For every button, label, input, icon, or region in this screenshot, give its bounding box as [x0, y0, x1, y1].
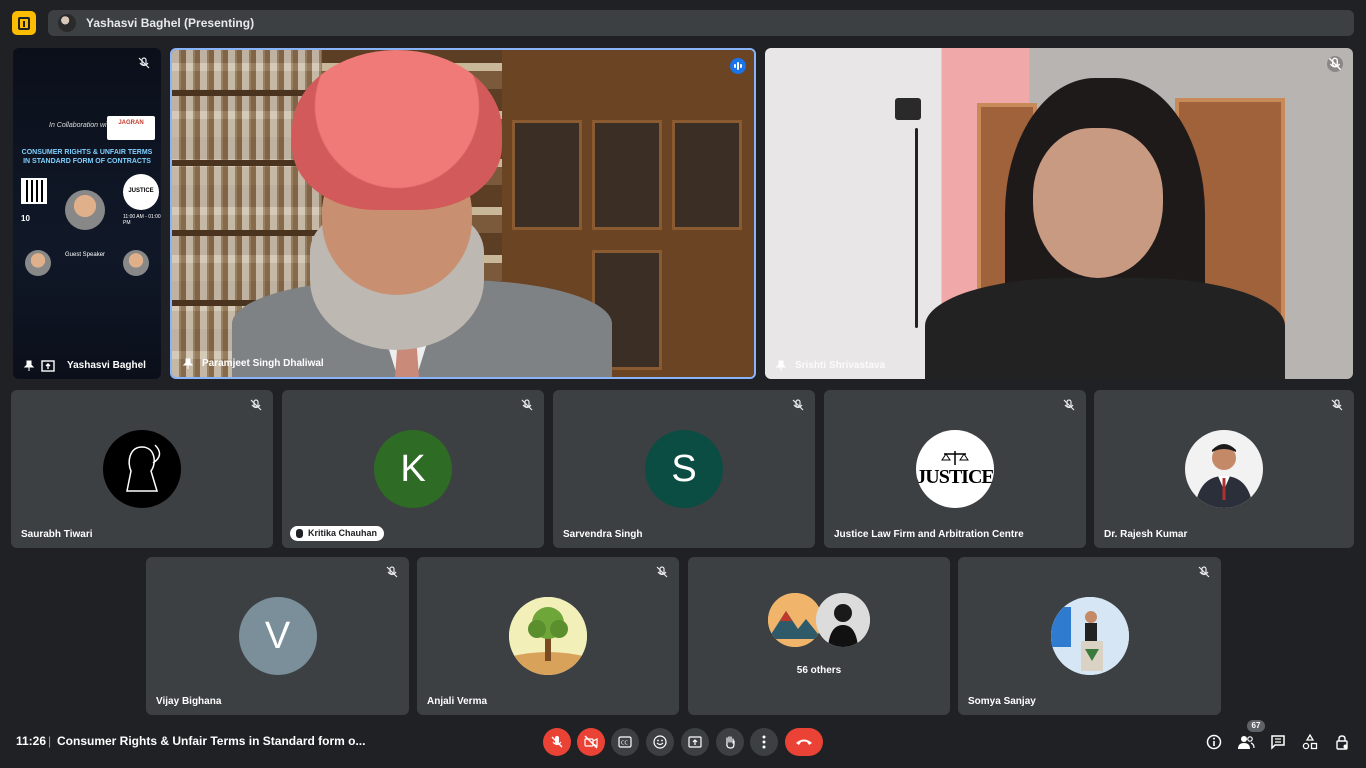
meet-logo-icon[interactable] [12, 11, 36, 35]
participant-tile[interactable]: V Vijay Bighana [146, 557, 409, 715]
presentation-tile[interactable]: In Collaboration with JAGRAN CONSUMER RI… [13, 48, 161, 379]
initial-avatar: S [645, 430, 723, 508]
speaking-indicator-icon [730, 58, 746, 74]
photo-avatar [816, 593, 870, 647]
mountain-avatar [768, 593, 822, 647]
participant-name: Srishti Shrivastava [795, 360, 886, 371]
host-controls-button[interactable] [1332, 732, 1352, 752]
presenting-banner[interactable]: Yashasvi Baghel (Presenting) [48, 10, 1354, 36]
others-tile[interactable]: 56 others [688, 557, 950, 715]
present-screen-icon[interactable] [41, 360, 55, 372]
mic-off-icon [656, 566, 668, 578]
mic-off-icon [521, 399, 533, 411]
pin-icon[interactable] [182, 358, 194, 370]
pin-icon[interactable] [23, 360, 35, 372]
participant-tile[interactable]: S Sarvendra Singh [553, 390, 815, 548]
people-button[interactable] [1236, 732, 1256, 752]
participant-name: Sarvendra Singh [563, 529, 643, 540]
poster-brand-logo: JAGRAN [107, 116, 155, 140]
poster-date: 10 [21, 214, 30, 223]
podium-photo-avatar [1050, 597, 1129, 675]
shelf [172, 90, 322, 96]
svg-text:CC: CC [621, 741, 628, 747]
leave-call-button[interactable] [785, 728, 823, 756]
participant-tile[interactable]: Somya Sanjay [958, 557, 1221, 715]
poster-partner-photo [25, 250, 51, 276]
initial-avatar: K [374, 430, 452, 508]
mic-off-icon [1063, 399, 1075, 411]
more-options-button[interactable] [750, 728, 778, 756]
mic-off-icon [1198, 566, 1210, 578]
participant-count-badge: 67 [1247, 720, 1265, 732]
present-screen-button[interactable] [681, 728, 709, 756]
initial-avatar: V [238, 597, 317, 675]
qr-code-icon [21, 178, 47, 204]
participant-name: Anjali Verma [427, 696, 488, 707]
speaker-turban [292, 50, 502, 210]
mic-off-icon [1327, 56, 1343, 72]
poster-title: CONSUMER RIGHTS & UNFAIR TERMS IN STANDA… [21, 149, 153, 165]
participant-name: Saurabh Tiwari [21, 529, 93, 540]
presenter-avatar [58, 14, 76, 32]
mic-off-icon [386, 566, 398, 578]
participant-name: Dr. Rajesh Kumar [1104, 529, 1188, 540]
participant-tile[interactable]: JUSTICE Justice Law Firm and Arbitration… [824, 390, 1086, 548]
poster-collab-text: In Collaboration with [49, 122, 113, 129]
mic-toggle-button[interactable] [543, 728, 571, 756]
clock: 11:26 [16, 734, 47, 748]
poster-time: 11:00 AM - 01:00 PM [123, 214, 161, 226]
bottom-toolbar: 11:26 | Consumer Rights & Unfair Terms i… [0, 718, 1366, 768]
separator: | [48, 734, 52, 748]
meeting-title[interactable]: Consumer Rights & Unfair Terms in Standa… [57, 734, 365, 748]
reaper-avatar [103, 430, 181, 508]
activities-button[interactable] [1300, 732, 1320, 752]
mic-off-icon [250, 399, 262, 411]
participant-tile[interactable]: K Kritika Chauhan [282, 390, 544, 548]
poster-speaker-photo [65, 190, 105, 230]
justice-logo-avatar: JUSTICE [916, 430, 994, 508]
participant-tile[interactable]: Anjali Verma [417, 557, 679, 715]
participant-name: Somya Sanjay [968, 696, 1036, 707]
photo-avatar [1185, 430, 1263, 508]
meeting-details-button[interactable] [1204, 732, 1224, 752]
chat-button[interactable] [1268, 732, 1288, 752]
captions-button[interactable]: CC [611, 728, 639, 756]
participant-tile[interactable]: Saurabh Tiwari [11, 390, 273, 548]
top-bar: Yashasvi Baghel (Presenting) [0, 0, 1366, 44]
participant-name: Paramjeet Singh Dhaliwal [202, 358, 324, 369]
emoji-reaction-button[interactable] [646, 728, 674, 756]
poster-guest-label: Guest Speaker [65, 252, 106, 258]
mic-off-icon [792, 399, 804, 411]
cable [915, 128, 918, 328]
mic-off-icon [138, 57, 150, 69]
participant-tile[interactable]: Dr. Rajesh Kumar [1094, 390, 1354, 548]
poster-sponsor-logo: JUSTICE [123, 174, 159, 210]
participant-name: Justice Law Firm and Arbitration Centre [834, 529, 1024, 540]
pin-icon[interactable] [775, 360, 787, 372]
participant-face [1033, 128, 1163, 278]
participant-name: Vijay Bighana [156, 696, 222, 707]
others-count: 56 others [796, 665, 842, 676]
raise-hand-button[interactable] [716, 728, 744, 756]
wall-socket [895, 98, 921, 120]
participant-name-chip: Kritika Chauhan [290, 526, 385, 541]
presenting-text: Yashasvi Baghel (Presenting) [86, 16, 255, 30]
camera-toggle-button[interactable] [577, 728, 605, 756]
tree-avatar [509, 597, 587, 675]
poster-organizer-photo [123, 250, 149, 276]
participant-body [925, 278, 1285, 379]
participant-video-tile[interactable]: Srishti Shrivastava [765, 48, 1353, 379]
participant-video-tile[interactable]: Paramjeet Singh Dhaliwal [170, 48, 756, 379]
mic-off-icon [1331, 399, 1343, 411]
shelf [172, 230, 322, 236]
participant-name: Yashasvi Baghel [67, 360, 146, 371]
